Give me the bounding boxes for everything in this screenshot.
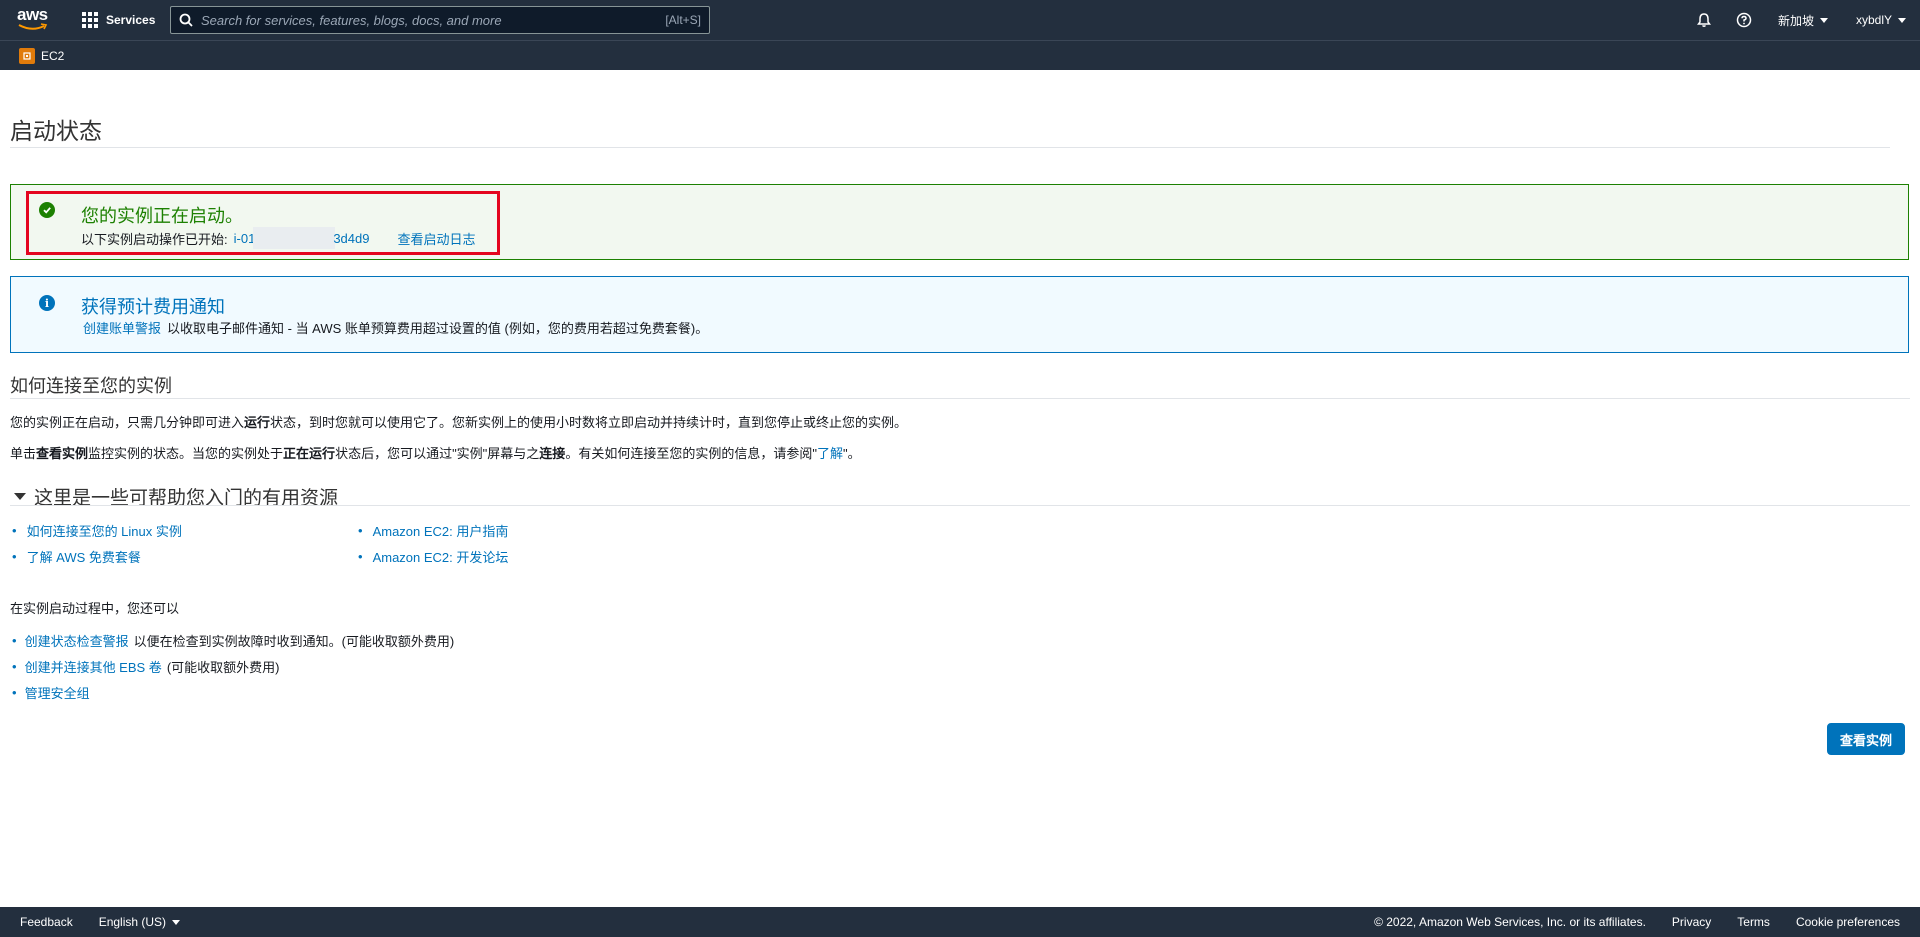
list-item: 创建并连接其他 EBS 卷(可能收取额外费用)	[12, 653, 454, 679]
caret-down-icon	[14, 493, 26, 500]
ec2-user-guide-link[interactable]: Amazon EC2: 用户指南	[373, 521, 509, 540]
divider	[10, 398, 1910, 399]
page-title: 启动状态	[10, 118, 102, 144]
terms-link[interactable]: Terms	[1737, 915, 1770, 929]
top-navigation: aws Services [Alt+S]	[0, 0, 1920, 40]
nav-right: 新加坡 xybdlY	[1684, 0, 1920, 40]
info-alert: i 获得预计费用通知 创建账单警报 以收取电子邮件通知 - 当 AWS 账单预算费…	[10, 276, 1909, 353]
list-item: 了解 AWS 免费套餐	[12, 543, 182, 569]
search-box[interactable]: [Alt+S]	[170, 6, 710, 34]
help-icon	[1736, 12, 1752, 28]
services-menu-button[interactable]: Services	[82, 9, 155, 31]
create-ebs-volume-link[interactable]: 创建并连接其他 EBS 卷	[25, 657, 162, 676]
region-menu[interactable]: 新加坡	[1764, 12, 1842, 29]
copyright-text: © 2022, Amazon Web Services, Inc. or its…	[1374, 915, 1646, 929]
connect-section-title: 如何连接至您的实例	[10, 376, 172, 396]
cookie-preferences-link[interactable]: Cookie preferences	[1796, 915, 1900, 929]
bell-icon	[1696, 13, 1711, 27]
manage-security-groups-link[interactable]: 管理安全组	[25, 683, 90, 702]
info-icon: i	[39, 295, 55, 311]
aws-smile-icon	[18, 23, 48, 30]
caret-down-icon	[172, 919, 181, 925]
caret-down-icon	[1819, 17, 1828, 23]
highlight-annotation	[26, 191, 500, 255]
aws-logo-text: aws	[17, 5, 48, 24]
connect-paragraph-1: 您的实例正在启动，只需几分钟即可进入运行状态，到时您就可以使用它了。您新实例上的…	[10, 415, 908, 430]
language-label: English (US)	[98, 915, 167, 929]
list-item: Amazon EC2: 开发论坛	[358, 543, 509, 569]
aws-logo[interactable]: aws	[17, 6, 51, 32]
footer: Feedback English (US) © 2022, Amazon Web…	[0, 907, 1920, 937]
list-item: 如何连接至您的 Linux 实例	[12, 517, 182, 543]
info-heading: 获得预计费用通知	[81, 297, 225, 317]
ec2-service-link[interactable]: EC2	[41, 49, 64, 63]
during-launch-list: 创建状态检查警报以便在检查到实例故障时收到通知。(可能收取额外费用) 创建并连接…	[12, 627, 455, 705]
create-billing-alarm-link[interactable]: 创建账单警报	[83, 321, 161, 336]
caret-down-icon	[1898, 17, 1906, 23]
list-item: Amazon EC2: 用户指南	[358, 517, 509, 543]
info-text: 以收取电子邮件通知 - 当 AWS 账单预算费用超过设置的值 (例如，您的费用若…	[167, 321, 709, 336]
create-status-alarm-link[interactable]: 创建状态检查警报	[25, 631, 129, 650]
search-input[interactable]	[201, 12, 666, 28]
service-bar: EC2	[0, 40, 1920, 70]
search-icon	[179, 13, 193, 27]
privacy-link[interactable]: Privacy	[1672, 915, 1711, 929]
notifications-button[interactable]	[1684, 0, 1724, 40]
resources-list-1: 如何连接至您的 Linux 实例 了解 AWS 免费套餐	[12, 517, 182, 569]
account-menu[interactable]: xybdlY	[1842, 13, 1920, 27]
connect-paragraph-2: 单击查看实例监控实例的状态。当您的实例处于正在运行状态后，您可以通过"实例"屏幕…	[10, 446, 861, 461]
ec2-service-icon	[19, 47, 35, 64]
search-shortcut: [Alt+S]	[665, 13, 701, 27]
language-selector[interactable]: English (US)	[98, 915, 181, 929]
divider	[10, 147, 1890, 148]
free-tier-link[interactable]: 了解 AWS 免费套餐	[27, 547, 141, 566]
view-instances-button[interactable]: 查看实例	[1827, 723, 1905, 755]
services-label: Services	[106, 13, 156, 27]
ec2-forum-link[interactable]: Amazon EC2: 开发论坛	[373, 547, 509, 566]
during-launch-title: 在实例启动过程中，您还可以	[10, 601, 180, 616]
resources-list-2: Amazon EC2: 用户指南 Amazon EC2: 开发论坛	[358, 517, 509, 569]
feedback-link[interactable]: Feedback	[20, 915, 73, 929]
grid-icon	[82, 12, 98, 28]
divider	[10, 505, 1910, 506]
learn-more-link[interactable]: 了解	[817, 446, 843, 461]
account-label: xybdlY	[1855, 13, 1892, 27]
linux-connect-guide-link[interactable]: 如何连接至您的 Linux 实例	[27, 521, 182, 540]
list-item: 创建状态检查警报以便在检查到实例故障时收到通知。(可能收取额外费用)	[12, 627, 455, 653]
info-detail: 创建账单警报 以收取电子邮件通知 - 当 AWS 账单预算费用超过设置的值 (例如…	[83, 318, 708, 337]
region-label: 新加坡	[1777, 13, 1814, 28]
help-button[interactable]	[1724, 0, 1764, 40]
list-item: 管理安全组	[12, 679, 454, 705]
